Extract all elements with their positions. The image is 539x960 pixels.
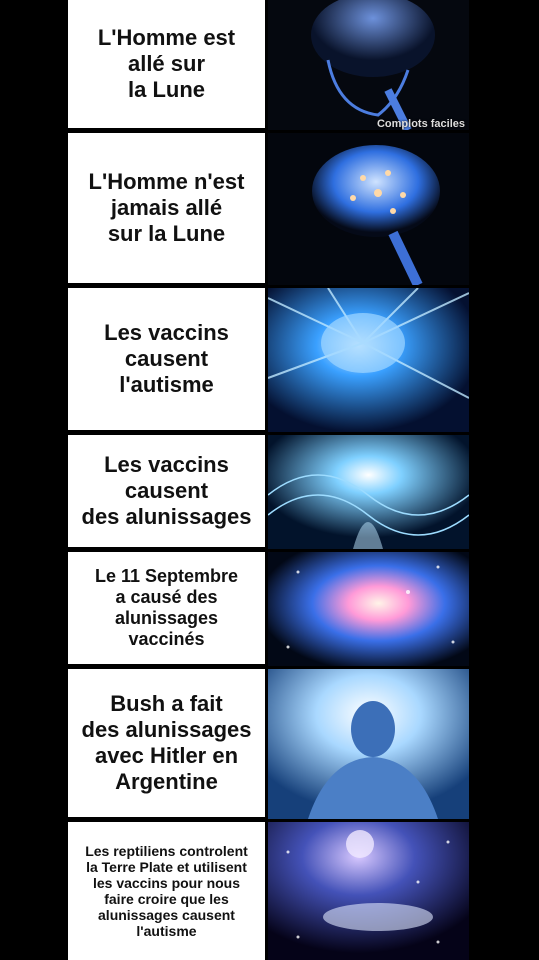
meme-panel-5: Le 11 Septembre a causé des alunissages … xyxy=(0,552,539,666)
meme-panel-1: L'Homme est allé sur la Lune Complots fa… xyxy=(0,0,539,130)
meme-panel-3: Les vaccins causent l'autisme xyxy=(0,288,539,432)
watermark-text: Complots faciles xyxy=(376,118,465,130)
panel-5-caption: Le 11 Septembre a causé des alunissages … xyxy=(68,552,265,664)
panel-1-caption: L'Homme est allé sur la Lune xyxy=(68,0,265,128)
meme-panel-2: L'Homme n'est jamais allé sur la Lune xyxy=(0,133,539,285)
panel-4-caption: Les vaccins causent des alunissages xyxy=(68,435,265,547)
panel-2-caption: L'Homme n'est jamais allé sur la Lune xyxy=(68,133,265,283)
panel-2-brain-image xyxy=(268,133,469,285)
meme-panel-6: Bush a fait des alunissages avec Hitler … xyxy=(0,669,539,819)
panel-6-glowing-figure-image xyxy=(268,669,469,819)
panel-3-caption: Les vaccins causent l'autisme xyxy=(68,288,265,430)
panel-6-caption: Bush a fait des alunissages avec Hitler … xyxy=(68,669,265,817)
panel-7-caption: Les reptiliens controlent la Terre Plate… xyxy=(68,822,265,960)
panel-3-brain-image xyxy=(268,288,469,432)
meme-panel-7: Les reptiliens controlent la Terre Plate… xyxy=(0,822,539,960)
panel-5-brain-image xyxy=(268,552,469,666)
meme-panel-4: Les vaccins causent des alunissages xyxy=(0,435,539,549)
panel-1-brain-image: Complots faciles xyxy=(268,0,469,130)
panel-4-brain-image xyxy=(268,435,469,549)
panel-7-cosmic-figure-image xyxy=(268,822,469,960)
